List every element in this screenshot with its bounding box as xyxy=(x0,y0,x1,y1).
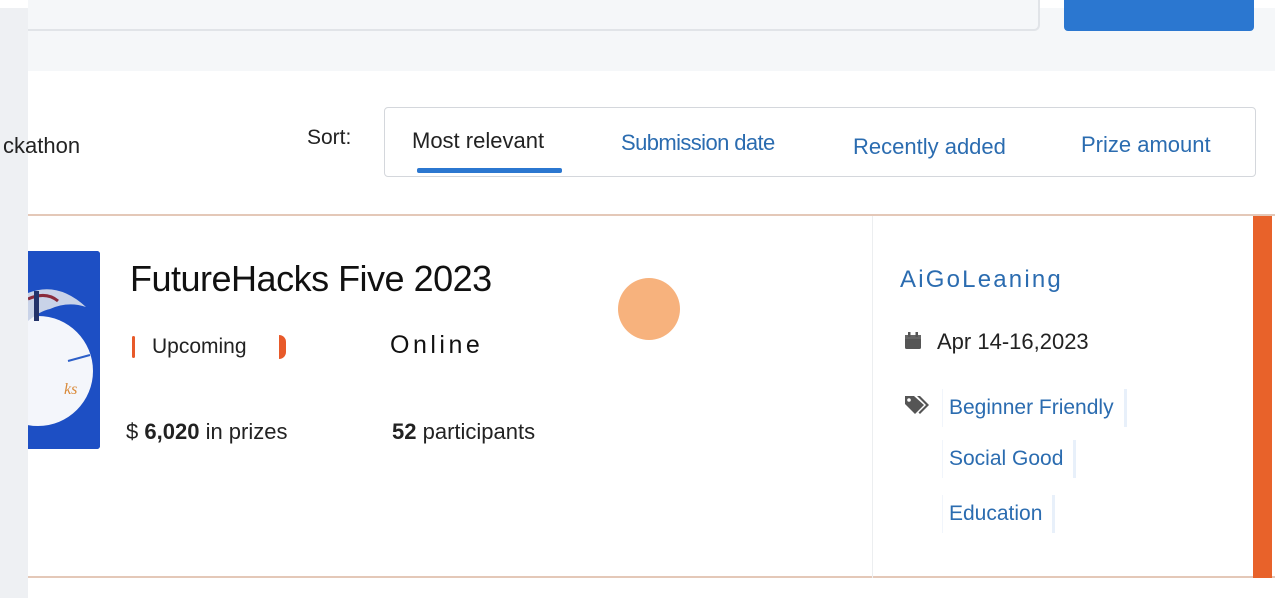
card-accent-bar xyxy=(1253,216,1272,578)
location-label: Online xyxy=(390,331,484,359)
search-button[interactable] xyxy=(1064,0,1254,31)
participants-count: 52 participants xyxy=(392,419,535,445)
sidebar-rail xyxy=(0,8,28,598)
participants-value: 52 xyxy=(392,419,417,444)
prize-suffix: in prizes xyxy=(205,419,288,444)
calendar-icon xyxy=(905,332,921,349)
hackathon-thumbnail[interactable]: ks xyxy=(28,251,100,449)
prize-amount: $ 6,020 in prizes xyxy=(126,419,287,445)
results-label: ckathon xyxy=(3,133,81,158)
participants-suffix: participants xyxy=(422,419,536,444)
tags-icon xyxy=(905,396,929,414)
active-tab-indicator xyxy=(417,168,562,173)
status-dot xyxy=(618,278,680,340)
prize-value: 6,020 xyxy=(144,419,200,444)
tag-beginner-friendly[interactable]: Beginner Friendly xyxy=(942,389,1127,427)
tab-most-relevant[interactable]: Most relevant xyxy=(412,128,544,154)
thumbnail-text: ks xyxy=(64,381,77,398)
status-badge: Upcoming xyxy=(132,328,292,366)
sort-label: Sort: xyxy=(307,126,352,149)
tag-social-good[interactable]: Social Good xyxy=(942,440,1077,478)
host-link[interactable]: AiGoLeaning xyxy=(900,266,1063,294)
event-date: Apr 14-16,2023 xyxy=(937,329,1089,354)
sort-tabs: Most relevant Submission date Recently a… xyxy=(384,107,1256,177)
status-label: Upcoming xyxy=(152,335,247,358)
tab-recently-added[interactable]: Recently added xyxy=(853,134,1006,160)
tab-prize-amount[interactable]: Prize amount xyxy=(1081,132,1211,158)
hackathon-title[interactable]: FutureHacks Five 2023 xyxy=(130,258,492,300)
tag-education[interactable]: Education xyxy=(942,495,1056,533)
tab-submission-date[interactable]: Submission date xyxy=(621,130,775,156)
card-divider xyxy=(872,216,873,578)
search-input[interactable] xyxy=(28,0,1040,31)
hackathon-card[interactable]: ks FutureHacks Five 2023 Upcoming Online… xyxy=(28,214,1275,578)
prize-currency: $ xyxy=(126,419,139,444)
